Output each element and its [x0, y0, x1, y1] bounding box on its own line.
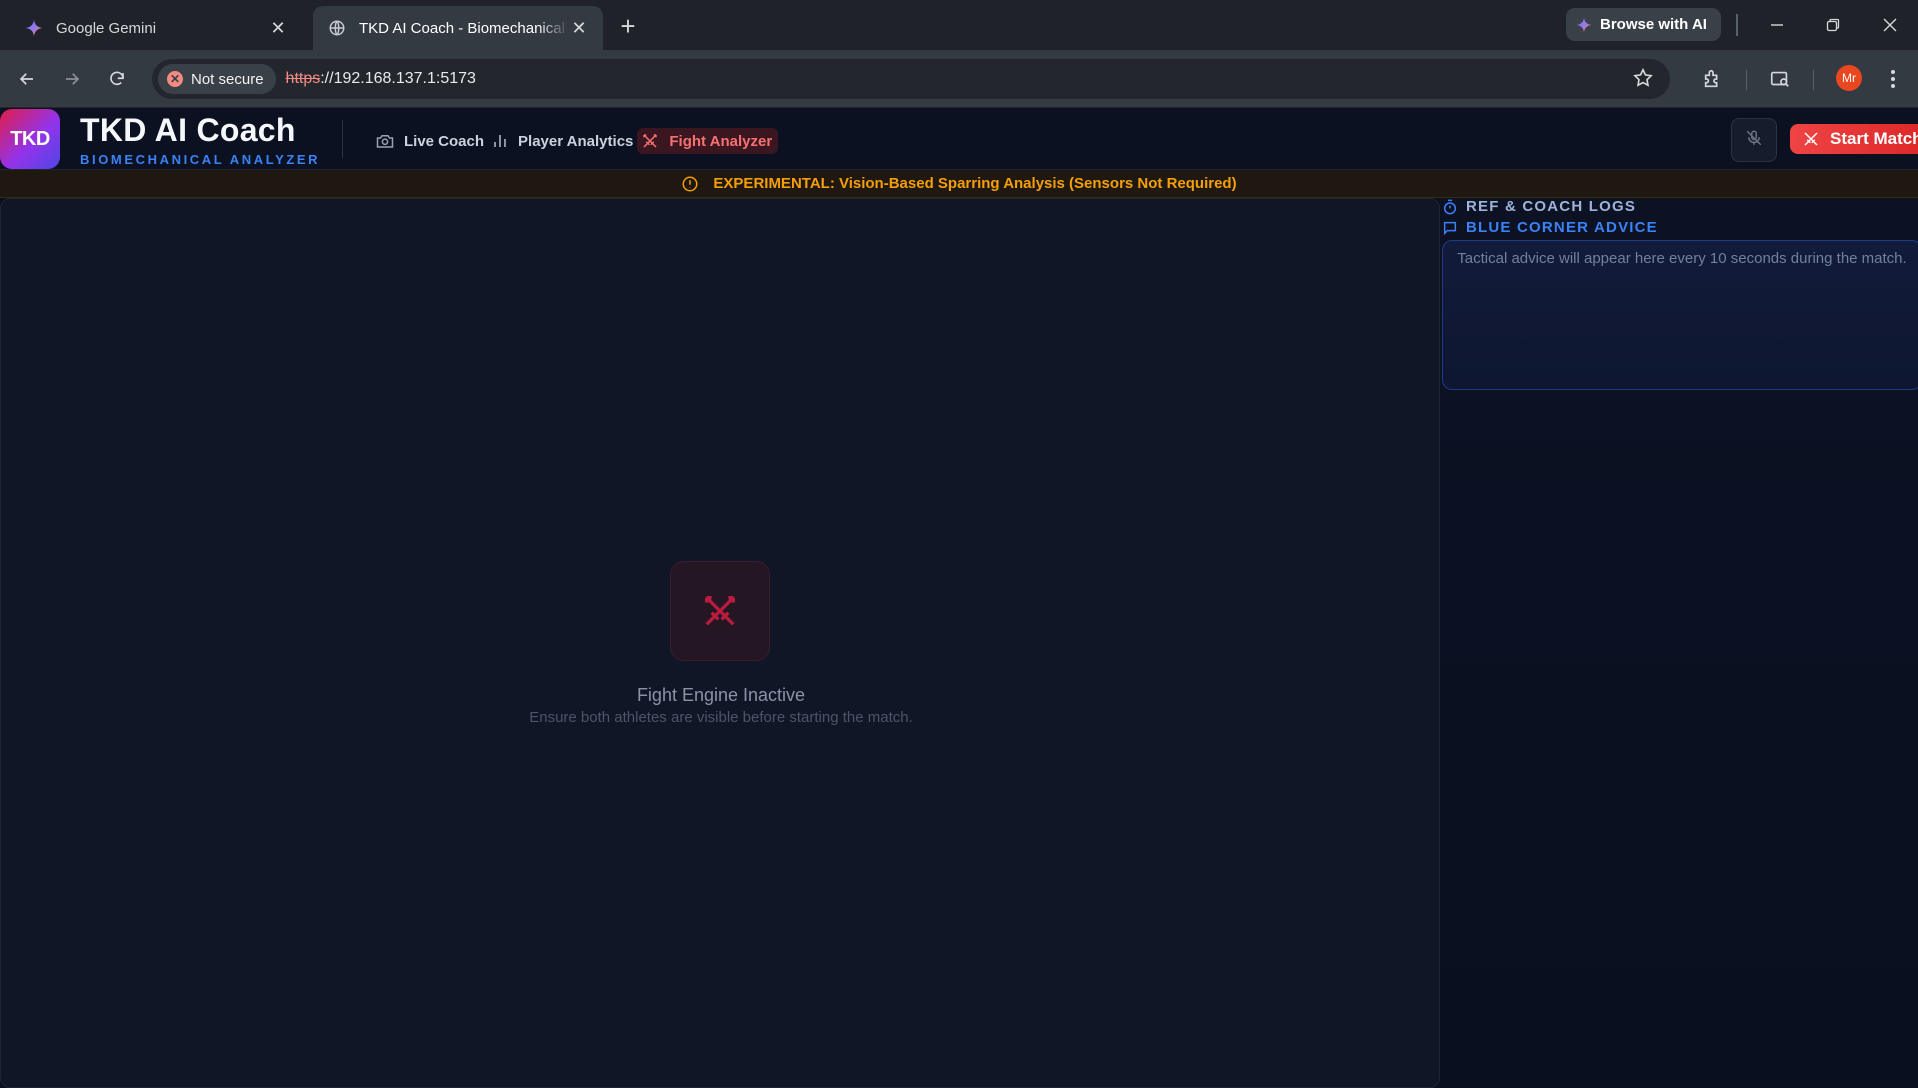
engine-status-title: Fight Engine Inactive	[636, 685, 806, 705]
close-window-icon[interactable]	[1875, 10, 1905, 40]
mute-microphone-button[interactable]	[1731, 118, 1777, 162]
divider	[1736, 14, 1738, 36]
warning-icon	[681, 175, 699, 193]
app-subtitle: BIOMECHANICAL ANALYZER	[80, 152, 321, 167]
nav-live-coach[interactable]: Live Coach	[372, 128, 488, 154]
forward-icon[interactable]	[55, 62, 89, 96]
bookmark-star-icon[interactable]	[1632, 67, 1654, 94]
logo-badge: TKD	[0, 109, 60, 169]
side-panel: REF & COACH LOGS BLUE CORNER ADVICE Tact…	[1440, 198, 1918, 1078]
extensions-icon[interactable]	[1696, 62, 1730, 96]
browse-with-ai-label: Browse with AI	[1600, 16, 1707, 33]
back-icon[interactable]	[10, 62, 44, 96]
browse-with-ai-button[interactable]: Browse with AI	[1566, 8, 1721, 41]
engine-status-subtitle: Ensure both athletes are visible before …	[529, 709, 913, 726]
divider	[1813, 70, 1814, 90]
error-icon: ✕	[167, 71, 183, 87]
gemini-spark-icon	[24, 18, 44, 38]
profile-avatar[interactable]: Mr	[1836, 65, 1862, 91]
url-scheme: https	[285, 70, 321, 87]
minimize-icon[interactable]	[1762, 10, 1792, 40]
logs-title: REF & COACH LOGS	[1466, 198, 1637, 215]
stopwatch-icon	[1442, 199, 1458, 215]
blue-corner-advice-header: BLUE CORNER ADVICE	[1442, 219, 1658, 236]
nav-fight-analyzer[interactable]: Fight Analyzer	[637, 128, 779, 154]
bar-chart-icon	[492, 133, 508, 149]
start-match-button[interactable]: Start Match	[1790, 124, 1918, 154]
mic-off-icon	[1745, 129, 1763, 152]
ref-coach-logs-header: REF & COACH LOGS	[1442, 198, 1636, 215]
security-chip[interactable]: ✕ Not secure	[158, 64, 276, 94]
app-header: TKD TKD AI Coach BIOMECHANICAL ANALYZER …	[0, 108, 1918, 170]
experimental-banner: EXPERIMENTAL: Vision-Based Sparring Anal…	[0, 170, 1918, 198]
restore-icon[interactable]	[1818, 10, 1848, 40]
nav-label: Live Coach	[404, 132, 485, 150]
close-tab-icon[interactable]: ✕	[569, 18, 589, 38]
browser-toolbar: ✕ Not secure https://192.168.137.1:5173 …	[0, 50, 1918, 108]
crossed-swords-icon	[641, 132, 659, 150]
kebab-menu-icon[interactable]	[1876, 62, 1910, 96]
gemini-spark-icon	[1576, 17, 1592, 33]
browser-tab-strip: Google Gemini ✕ TKD AI Coach - Biomechan…	[0, 0, 1918, 50]
new-tab-button[interactable]: +	[614, 11, 642, 41]
close-tab-icon[interactable]: ✕	[268, 18, 288, 38]
tab-tkd-ai-coach[interactable]: TKD AI Coach - Biomechanical Analyzer ✕	[313, 6, 603, 50]
camera-icon	[376, 133, 394, 149]
start-match-label: Start Match	[1830, 129, 1918, 148]
tab-title: Google Gemini	[56, 19, 157, 37]
divider	[342, 120, 343, 158]
nav-label: Player Analytics	[518, 132, 634, 150]
nav-player-analytics[interactable]: Player Analytics	[488, 128, 637, 154]
advice-box: Tactical advice will appear here every 1…	[1442, 240, 1918, 390]
divider	[1746, 70, 1747, 90]
security-label: Not secure	[191, 70, 264, 88]
message-icon	[1442, 220, 1458, 236]
crossed-swords-icon	[1802, 130, 1820, 148]
url-host: ://192.168.137.1:5173	[320, 70, 476, 87]
fight-engine-icon	[670, 561, 770, 661]
tab-title: TKD AI Coach - Biomechanical Analyzer	[359, 19, 569, 37]
globe-icon	[327, 18, 347, 38]
main-nav: Live Coach Player Analytics Fight Analyz…	[372, 128, 779, 154]
url-text[interactable]: https://192.168.137.1:5173	[286, 70, 476, 88]
tab-google-gemini[interactable]: Google Gemini ✕	[10, 6, 302, 50]
advice-placeholder: Tactical advice will appear here every 1…	[1457, 250, 1907, 267]
app-root: TKD TKD AI Coach BIOMECHANICAL ANALYZER …	[0, 108, 1918, 1088]
address-bar[interactable]: ✕ Not secure https://192.168.137.1:5173	[152, 59, 1670, 99]
app-title: TKD AI Coach	[80, 112, 296, 148]
advice-title: BLUE CORNER ADVICE	[1466, 219, 1658, 236]
nav-label: Fight Analyzer	[669, 132, 773, 150]
tab-search-icon[interactable]	[1763, 62, 1797, 96]
reload-icon[interactable]	[100, 62, 134, 96]
banner-text: EXPERIMENTAL: Vision-Based Sparring Anal…	[713, 175, 1237, 192]
fight-video-panel: Fight Engine Inactive Ensure both athlet…	[0, 198, 1440, 1088]
